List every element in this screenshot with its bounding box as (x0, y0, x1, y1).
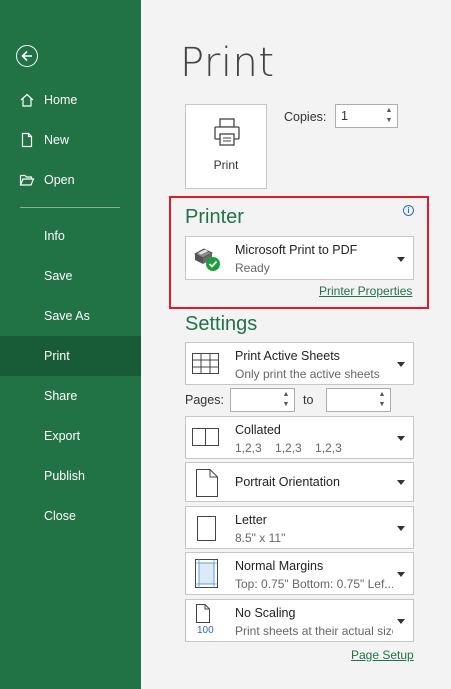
pages-from-stepper[interactable]: ▲ ▼ (230, 388, 295, 412)
chevron-down-icon (397, 526, 405, 531)
paper-size-subtitle: 8.5" x 11" (235, 531, 286, 545)
nav-label: Print (44, 349, 70, 363)
nav-label: New (44, 133, 70, 147)
collated-pages-icon (192, 426, 220, 451)
increment-icon[interactable]: ▲ (384, 106, 394, 116)
scaling-icon-label: 100 (197, 625, 214, 636)
print-button[interactable]: Print (185, 104, 267, 189)
page-setup-link[interactable]: Page Setup (351, 648, 414, 662)
highlight-box (169, 196, 429, 309)
nav-label: Info (44, 229, 65, 243)
margins-icon (195, 559, 219, 592)
chevron-down-icon (397, 572, 405, 577)
nav-divider (20, 207, 120, 208)
chevron-down-icon (397, 436, 405, 441)
nav-label: Save As (44, 309, 90, 323)
nav-label: Save (44, 269, 73, 283)
copies-value: 1 (341, 109, 348, 123)
home-icon (19, 92, 35, 108)
new-document-icon (19, 132, 35, 148)
scaling-subtitle: Print sheets at their actual size (235, 624, 393, 638)
nav-share[interactable]: Share (0, 376, 141, 416)
copies-label: Copies: (284, 110, 327, 124)
scaling-select[interactable]: 100 No Scaling Print sheets at their act… (185, 599, 414, 642)
nav-label: Share (44, 389, 78, 403)
print-what-subtitle: Only print the active sheets (235, 367, 380, 381)
nav-print[interactable]: Print (0, 336, 141, 376)
nav-label: Export (44, 429, 81, 443)
printer-icon (214, 118, 240, 146)
nav-close[interactable]: Close (0, 496, 141, 536)
nav-label: Home (44, 93, 78, 107)
page-title: Print (180, 40, 275, 86)
decrement-icon[interactable]: ▼ (281, 400, 291, 410)
nav-label: Close (44, 509, 76, 523)
chevron-down-icon (397, 480, 405, 485)
paper-size-icon (197, 516, 217, 545)
nav-open[interactable]: Open (0, 160, 141, 200)
nav-save-as[interactable]: Save As (0, 296, 141, 336)
paper-size-title: Letter (235, 513, 267, 527)
collation-select[interactable]: Collated 1,2,3 1,2,3 1,2,3 (185, 416, 414, 459)
nav-new[interactable]: New (0, 120, 141, 160)
sheet-grid-icon (192, 350, 220, 379)
nav-publish[interactable]: Publish (0, 456, 141, 496)
decrement-icon[interactable]: ▼ (384, 116, 394, 126)
collation-title: Collated (235, 423, 281, 437)
paper-size-select[interactable]: Letter 8.5" x 11" (185, 506, 414, 549)
pages-to-stepper[interactable]: ▲ ▼ (326, 388, 391, 412)
nav-save[interactable]: Save (0, 256, 141, 296)
collation-subtitle: 1,2,3 1,2,3 1,2,3 (235, 441, 342, 455)
pages-label: Pages: (185, 393, 224, 407)
backstage-sidebar: Home New Open Info Save Save As Print Sh… (0, 0, 141, 689)
to-label: to (303, 393, 314, 407)
nav-label: Publish (44, 469, 85, 483)
print-button-label: Print (213, 158, 239, 172)
portrait-page-icon (196, 469, 218, 500)
scaling-title: No Scaling (235, 606, 296, 620)
print-panel: Print Print Copies: 1 ▲ ▼ Printer i Micr… (141, 0, 451, 689)
margins-title: Normal Margins (235, 559, 324, 573)
nav-export[interactable]: Export (0, 416, 141, 456)
open-folder-icon (19, 172, 35, 188)
increment-icon[interactable]: ▲ (281, 390, 291, 400)
copies-stepper[interactable]: 1 ▲ ▼ (335, 104, 398, 128)
nav-info[interactable]: Info (0, 216, 141, 256)
orientation-select[interactable]: Portrait Orientation (185, 462, 414, 502)
decrement-icon[interactable]: ▼ (377, 400, 387, 410)
chevron-down-icon (397, 619, 405, 624)
print-what-title: Print Active Sheets (235, 349, 340, 363)
increment-icon[interactable]: ▲ (377, 390, 387, 400)
nav-label: Open (44, 173, 75, 187)
print-what-select[interactable]: Print Active Sheets Only print the activ… (185, 342, 414, 385)
margins-select[interactable]: Normal Margins Top: 0.75" Bottom: 0.75" … (185, 552, 414, 595)
nav-home[interactable]: Home (0, 80, 141, 120)
margins-subtitle: Top: 0.75" Bottom: 0.75" Lef... (235, 577, 393, 591)
chevron-down-icon (397, 362, 405, 367)
settings-heading: Settings (185, 313, 258, 335)
back-arrow-icon[interactable] (16, 45, 38, 67)
orientation-title: Portrait Orientation (235, 475, 340, 489)
